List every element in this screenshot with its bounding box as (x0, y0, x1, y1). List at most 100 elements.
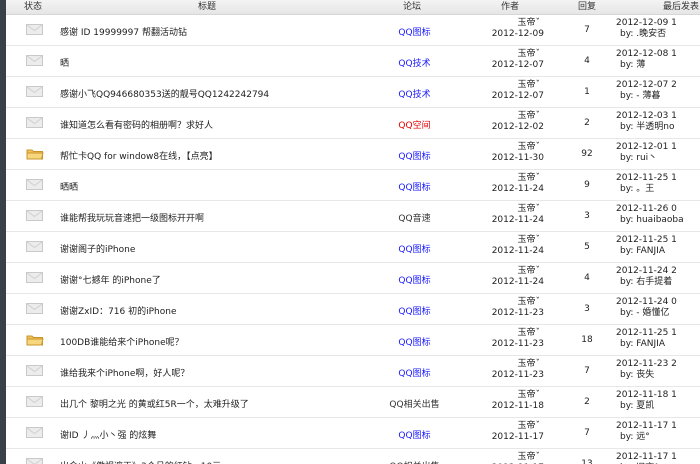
table-row[interactable]: 谢谢°七撼年 的iPhone了 QQ图标 玉帝ˇ 2012-11-24 4 20… (6, 263, 700, 294)
thread-title-link[interactable]: 100DB谁能给来个iPhone呢？ (60, 335, 184, 348)
forum-link[interactable]: QQ图标 (382, 25, 447, 38)
last-post-time[interactable]: 2012-12-08 1 (616, 49, 677, 60)
forum-link[interactable]: QQ空间 (382, 118, 447, 131)
last-post-time[interactable]: 2012-11-24 0 (616, 297, 677, 308)
last-post-time[interactable]: 2012-11-17 1 (616, 452, 677, 463)
author-link[interactable]: 玉帝ˇ (474, 80, 544, 91)
thread-title-link[interactable]: 晒晒 (60, 180, 78, 193)
table-row[interactable]: 谢谢阁子的iPhone QQ图标 玉帝ˇ 2012-11-24 5 2012-1… (6, 232, 700, 263)
author-link[interactable]: 玉帝ˇ (474, 297, 544, 308)
author-cell: 玉帝ˇ 2012-11-23 (474, 297, 544, 319)
author-link[interactable]: 玉帝ˇ (474, 359, 544, 370)
last-post-user[interactable]: by: FANJIA (616, 246, 677, 257)
table-row[interactable]: 出几个 黎明之光 的黄或红5R一个，太难升级了 QQ相关出售 玉帝ˇ 2012-… (6, 387, 700, 418)
last-post-cell: 2012-12-07 2 by: - 薄暮 (616, 80, 677, 102)
table-row[interactable]: 谁知道怎么看有密码的相册啊？求好人 QQ空间 玉帝ˇ 2012-12-02 2 … (6, 108, 700, 139)
thread-title-link[interactable]: 谁给我来个iPhone啊，好人呢？ (60, 366, 189, 379)
forum-link[interactable]: QQ图标 (382, 335, 447, 348)
table-row[interactable]: 感谢小飞QQ946680353送的靓号QQ1242242794 QQ技术 玉帝ˇ… (6, 77, 700, 108)
envelope-icon (26, 427, 44, 439)
last-post-time[interactable]: 2012-12-09 1 (616, 18, 677, 29)
last-post-user[interactable]: by: FANJIA (616, 339, 677, 350)
forum-link[interactable]: QQ图标 (382, 428, 447, 441)
last-post-user[interactable]: by: 半透明no (616, 122, 677, 133)
author-link[interactable]: 玉帝ˇ (474, 111, 544, 122)
last-post-time[interactable]: 2012-12-03 1 (616, 111, 677, 122)
post-date: 2012-12-09 (491, 29, 544, 39)
last-post-user[interactable]: by: 远° (616, 432, 677, 443)
last-post-user[interactable]: by: - 薄暮 (616, 91, 677, 102)
last-post-user[interactable]: by: 右手提着 (616, 277, 677, 288)
last-post-user[interactable]: by: 夏凯 (616, 401, 677, 412)
last-post-user[interactable]: by: 。王 (616, 184, 677, 195)
forum-link[interactable]: QQ图标 (382, 273, 447, 286)
table-row[interactable]: 谢ID 丿灬小丶强 的炫舞 QQ图标 玉帝ˇ 2012-11-17 7 2012… (6, 418, 700, 449)
table-row[interactable]: 感谢 ID 19999997 帮翻活动钻 QQ图标 玉帝ˇ 2012-12-09… (6, 15, 700, 46)
table-row[interactable]: 谁给我来个iPhone啊，好人呢？ QQ图标 玉帝ˇ 2012-11-23 7 … (6, 356, 700, 387)
thread-title-link[interactable]: 谁知道怎么看有密码的相册啊？求好人 (60, 118, 213, 131)
last-post-time[interactable]: 2012-11-18 1 (616, 390, 677, 401)
thread-title-link[interactable]: 感谢小飞QQ946680353送的靓号QQ1242242794 (60, 87, 269, 100)
last-post-time[interactable]: 2012-11-23 2 (616, 359, 677, 370)
forum-link[interactable]: QQ相关出售 (382, 459, 447, 464)
reply-count: 7 (584, 25, 590, 35)
last-post-user[interactable]: by: rui丶 (616, 153, 677, 164)
author-link[interactable]: 玉帝ˇ (474, 328, 544, 339)
forum-link[interactable]: QQ技术 (382, 56, 447, 69)
envelope-icon (26, 241, 44, 253)
forum-link[interactable]: QQ图标 (382, 149, 447, 162)
forum-link[interactable]: QQ技术 (382, 87, 447, 100)
forum-link[interactable]: QQ图标 (382, 242, 447, 255)
last-post-user[interactable]: by: - 婚懂亿 (616, 308, 677, 319)
last-post-time[interactable]: 2012-12-01 1 (616, 142, 677, 153)
last-post-time[interactable]: 2012-11-25 1 (616, 235, 677, 246)
author-link[interactable]: 玉帝ˇ (474, 18, 544, 29)
thread-title-link[interactable]: 出几个 黎明之光 的黄或红5R一个，太难升级了 (60, 397, 249, 410)
author-link[interactable]: 玉帝ˇ (474, 266, 544, 277)
thread-title-link[interactable]: 晒 (60, 56, 69, 69)
thread-title-link[interactable]: 感谢 ID 19999997 帮翻活动钻 (60, 25, 187, 38)
table-row[interactable]: 谢谢ZxID：716 初的iPhone QQ图标 玉帝ˇ 2012-11-23 … (6, 294, 700, 325)
author-link[interactable]: 玉帝ˇ (474, 421, 544, 432)
author-link[interactable]: 玉帝ˇ (474, 49, 544, 60)
forum-link[interactable]: QQ图标 (382, 180, 447, 193)
last-post-time[interactable]: 2012-12-07 2 (616, 80, 677, 91)
thread-title-link[interactable]: 出金山《傲视遮天》3个月的红钻，10元 (60, 459, 221, 464)
thread-title-link[interactable]: 谢谢阁子的iPhone (60, 242, 135, 255)
author-link[interactable]: 玉帝ˇ (474, 390, 544, 401)
thread-title-link[interactable]: 谢谢°七撼年 的iPhone了 (60, 273, 161, 286)
envelope-icon (26, 179, 44, 191)
table-row[interactable]: 晒 QQ技术 玉帝ˇ 2012-12-07 4 2012-12-08 1 by:… (6, 46, 700, 77)
thread-title-link[interactable]: 帮忙卡QQ for window8在线，【点亮】 (60, 149, 218, 162)
last-post-user[interactable]: by: 薄 (616, 60, 677, 71)
author-link[interactable]: 玉帝ˇ (474, 235, 544, 246)
last-post-time[interactable]: 2012-11-24 2 (616, 266, 677, 277)
last-post-time[interactable]: 2012-11-26 0 (616, 204, 684, 215)
thread-title-link[interactable]: 谢ID 丿灬小丶强 的炫舞 (60, 428, 156, 441)
last-post-time[interactable]: 2012-11-17 1 (616, 421, 677, 432)
author-link[interactable]: 玉帝ˇ (474, 142, 544, 153)
last-post-user[interactable]: by: huaibaoba (616, 215, 684, 226)
thread-title-link[interactable]: 谁能帮我玩玩音速把一级图标开开啊 (60, 211, 204, 224)
forum-link[interactable]: QQ音速 (382, 211, 447, 224)
table-row[interactable]: 谁能帮我玩玩音速把一级图标开开啊 QQ音速 玉帝ˇ 2012-11-24 3 2… (6, 201, 700, 232)
table-row[interactable]: 出金山《傲视遮天》3个月的红钻，10元 QQ相关出售 玉帝ˇ 2012-11-1… (6, 449, 700, 464)
author-link[interactable]: 玉帝ˇ (474, 452, 544, 463)
author-cell: 玉帝ˇ 2012-11-24 (474, 173, 544, 195)
post-date: 2012-11-23 (491, 308, 544, 318)
last-post-user[interactable]: by: 丧失 (616, 370, 677, 381)
last-post-time[interactable]: 2012-11-25 1 (616, 173, 677, 184)
table-row[interactable]: 晒晒 QQ图标 玉帝ˇ 2012-11-24 9 2012-11-25 1 by… (6, 170, 700, 201)
forum-link[interactable]: QQ相关出售 (382, 397, 447, 410)
table-row[interactable]: 帮忙卡QQ for window8在线，【点亮】 QQ图标 玉帝ˇ 2012-1… (6, 139, 700, 170)
author-link[interactable]: 玉帝ˇ (474, 204, 544, 215)
author-cell: 玉帝ˇ 2012-11-18 (474, 390, 544, 412)
forum-link[interactable]: QQ图标 (382, 366, 447, 379)
forum-link[interactable]: QQ图标 (382, 304, 447, 317)
table-row[interactable]: 100DB谁能给来个iPhone呢？ QQ图标 玉帝ˇ 2012-11-23 1… (6, 325, 700, 356)
last-post-user[interactable]: by: .晚安否 (616, 29, 677, 40)
thread-title-link[interactable]: 谢谢ZxID：716 初的iPhone (60, 304, 177, 317)
last-post-time[interactable]: 2012-11-25 1 (616, 328, 677, 339)
author-cell: 玉帝ˇ 2012-11-23 (474, 359, 544, 381)
author-link[interactable]: 玉帝ˇ (474, 173, 544, 184)
